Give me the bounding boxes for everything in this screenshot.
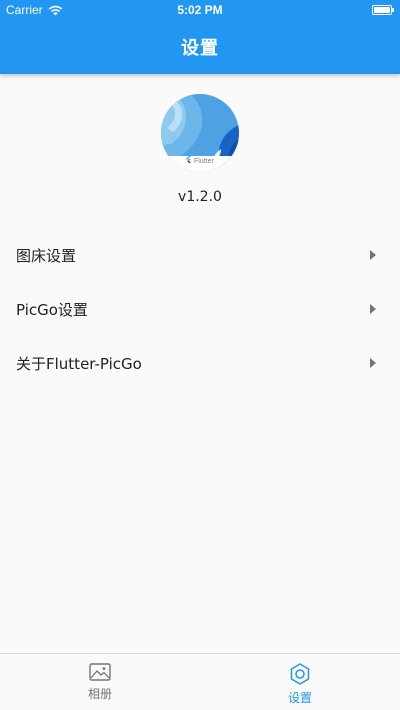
nav-tab-settings[interactable]: 设置 <box>200 654 400 710</box>
battery-icon <box>372 5 394 15</box>
header: Carrier 5:02 PM 设置 <box>0 0 400 74</box>
logo-text: Flutter <box>194 158 215 165</box>
menu-item-label: 图床设置 <box>16 246 77 265</box>
flutter-app-logo: Flutter <box>161 94 239 172</box>
image-icon <box>89 663 111 681</box>
menu-item-label: 关于Flutter-PicGo <box>16 354 142 373</box>
nav-label: 相册 <box>87 687 112 701</box>
chevron-right-icon <box>370 358 376 368</box>
menu-item-image-host-settings[interactable]: 图床设置 <box>0 228 400 282</box>
status-bar: Carrier 5:02 PM <box>0 0 400 20</box>
menu-item-about[interactable]: 关于Flutter-PicGo <box>0 336 400 390</box>
page-title: 设置 <box>181 38 219 59</box>
menu-item-label: PicGo设置 <box>16 300 88 319</box>
chevron-right-icon <box>370 304 376 314</box>
gear-icon <box>290 663 310 685</box>
nav-tab-album[interactable]: 相册 <box>0 654 200 710</box>
nav-label: 设置 <box>287 691 312 705</box>
settings-screen: Carrier 5:02 PM 设置 Flutter v1.2.0 图床设置 P… <box>0 0 400 710</box>
app-version: v1.2.0 <box>178 189 222 205</box>
status-time: 5:02 PM <box>177 3 223 17</box>
settings-menu: 图床设置 PicGo设置 关于Flutter-PicGo <box>0 228 400 390</box>
menu-item-picgo-settings[interactable]: PicGo设置 <box>0 282 400 336</box>
bottom-navigation: 相册 设置 <box>0 653 400 710</box>
chevron-right-icon <box>370 250 376 260</box>
